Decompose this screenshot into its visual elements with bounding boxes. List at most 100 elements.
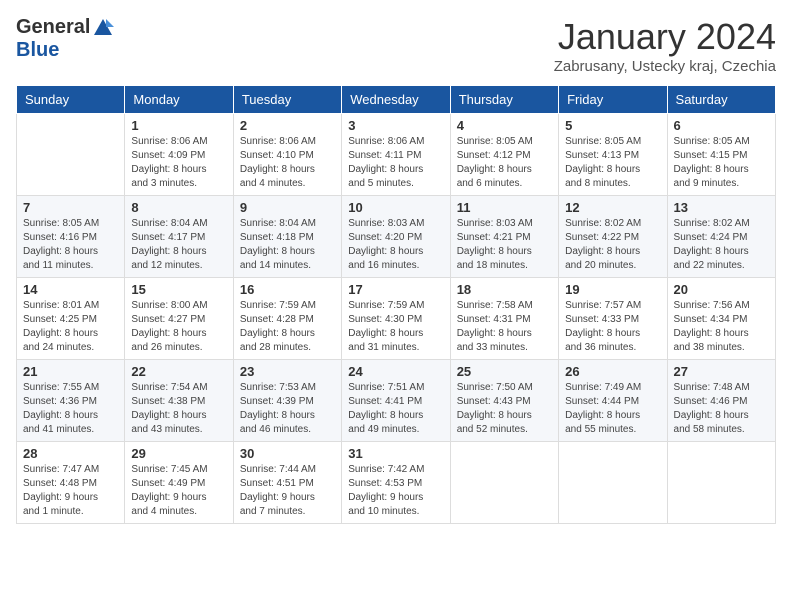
day-info: Sunrise: 7:50 AM Sunset: 4:43 PM Dayligh… (457, 381, 552, 437)
day-number: 28 (23, 446, 118, 461)
week-row-4: 21 Sunrise: 7:55 AM Sunset: 4:36 PM Dayli… (17, 360, 776, 442)
day-info: Sunrise: 8:03 AM Sunset: 4:21 PM Dayligh… (457, 217, 552, 273)
day-number: 25 (457, 364, 552, 379)
day-info: Sunrise: 7:42 AM Sunset: 4:53 PM Dayligh… (348, 463, 443, 519)
week-row-1: 1 Sunrise: 8:06 AM Sunset: 4:09 PM Daylig… (17, 114, 776, 196)
day-info: Sunrise: 8:04 AM Sunset: 4:18 PM Dayligh… (240, 217, 335, 273)
day-info: Sunrise: 8:02 AM Sunset: 4:24 PM Dayligh… (674, 217, 769, 273)
day-number: 22 (131, 364, 226, 379)
day-info: Sunrise: 7:55 AM Sunset: 4:36 PM Dayligh… (23, 381, 118, 437)
day-number: 26 (565, 364, 660, 379)
day-number: 21 (23, 364, 118, 379)
calendar-cell: 8Sunrise: 8:04 AM Sunset: 4:17 PM Daylig… (125, 196, 233, 278)
weekday-header-monday: Monday (125, 86, 233, 114)
calendar-cell: 2Sunrise: 8:06 AM Sunset: 4:10 PM Daylig… (233, 114, 341, 196)
day-number: 5 (565, 118, 660, 133)
day-number: 12 (565, 200, 660, 215)
calendar-cell: 6 Sunrise: 8:05 AM Sunset: 4:15 PM Daylig… (667, 114, 775, 196)
day-number: 29 (131, 446, 226, 461)
day-number: 16 (240, 282, 335, 297)
day-number: 13 (674, 200, 769, 215)
day-info: Sunrise: 8:02 AM Sunset: 4:22 PM Dayligh… (565, 217, 660, 273)
day-info: Sunrise: 7:49 AM Sunset: 4:44 PM Dayligh… (565, 381, 660, 437)
calendar-cell: 30 Sunrise: 7:44 AM Sunset: 4:51 PM Dayli… (233, 442, 341, 524)
calendar-cell: 10 Sunrise: 8:03 AM Sunset: 4:20 PM Dayli… (342, 196, 450, 278)
weekday-header-row: SundayMondayTuesdayWednesdayThursdayFrid… (17, 86, 776, 114)
day-info: Sunrise: 7:53 AM Sunset: 4:39 PM Dayligh… (240, 381, 335, 437)
page-header: General Blue January 2024 Zabrusany, Ust… (16, 16, 776, 75)
day-number: 8 (131, 200, 226, 215)
calendar-cell: 3Sunrise: 8:06 AM Sunset: 4:11 PM Daylig… (342, 114, 450, 196)
day-info: Sunrise: 7:57 AM Sunset: 4:33 PM Dayligh… (565, 299, 660, 355)
day-info: Sunrise: 7:44 AM Sunset: 4:51 PM Dayligh… (240, 463, 335, 519)
calendar-cell: 28 Sunrise: 7:47 AM Sunset: 4:48 PM Dayli… (17, 442, 125, 524)
calendar-cell: 7 Sunrise: 8:05 AM Sunset: 4:16 PM Daylig… (17, 196, 125, 278)
day-info: Sunrise: 7:47 AM Sunset: 4:48 PM Dayligh… (23, 463, 118, 519)
day-number: 7 (23, 200, 118, 215)
calendar-cell (17, 114, 125, 196)
day-info: Sunrise: 8:03 AM Sunset: 4:20 PM Dayligh… (348, 217, 443, 273)
calendar-cell: 4Sunrise: 8:05 AM Sunset: 4:12 PM Daylig… (450, 114, 558, 196)
day-info: Sunrise: 7:51 AM Sunset: 4:41 PM Dayligh… (348, 381, 443, 437)
calendar-cell: 25 Sunrise: 7:50 AM Sunset: 4:43 PM Dayli… (450, 360, 558, 442)
day-number: 1 (131, 118, 226, 133)
day-number: 10 (348, 200, 443, 215)
calendar-cell: 9Sunrise: 8:04 AM Sunset: 4:18 PM Daylig… (233, 196, 341, 278)
calendar-cell: 20Sunrise: 7:56 AM Sunset: 4:34 PM Dayli… (667, 278, 775, 360)
day-number: 15 (131, 282, 226, 297)
calendar-cell: 24 Sunrise: 7:51 AM Sunset: 4:41 PM Dayli… (342, 360, 450, 442)
day-info: Sunrise: 7:58 AM Sunset: 4:31 PM Dayligh… (457, 299, 552, 355)
logo-general-text: General (16, 16, 90, 39)
day-number: 31 (348, 446, 443, 461)
calendar-cell: 18 Sunrise: 7:58 AM Sunset: 4:31 PM Dayli… (450, 278, 558, 360)
weekday-header-friday: Friday (559, 86, 667, 114)
calendar-cell (667, 442, 775, 524)
calendar-cell: 5 Sunrise: 8:05 AM Sunset: 4:13 PM Daylig… (559, 114, 667, 196)
day-info: Sunrise: 7:54 AM Sunset: 4:38 PM Dayligh… (131, 381, 226, 437)
calendar-cell: 1 Sunrise: 8:06 AM Sunset: 4:09 PM Daylig… (125, 114, 233, 196)
day-number: 19 (565, 282, 660, 297)
calendar-cell (559, 442, 667, 524)
day-info: Sunrise: 7:56 AM Sunset: 4:34 PM Dayligh… (674, 299, 769, 355)
day-info: Sunrise: 8:06 AM Sunset: 4:10 PM Dayligh… (240, 135, 335, 191)
day-number: 30 (240, 446, 335, 461)
calendar-cell: 27 Sunrise: 7:48 AM Sunset: 4:46 PM Dayli… (667, 360, 775, 442)
weekday-header-saturday: Saturday (667, 86, 775, 114)
day-info: Sunrise: 8:00 AM Sunset: 4:27 PM Dayligh… (131, 299, 226, 355)
calendar-cell: 15 Sunrise: 8:00 AM Sunset: 4:27 PM Dayli… (125, 278, 233, 360)
day-number: 23 (240, 364, 335, 379)
day-info: Sunrise: 7:48 AM Sunset: 4:46 PM Dayligh… (674, 381, 769, 437)
day-info: Sunrise: 8:05 AM Sunset: 4:16 PM Dayligh… (23, 217, 118, 273)
day-info: Sunrise: 8:05 AM Sunset: 4:13 PM Dayligh… (565, 135, 660, 191)
calendar-cell: 19 Sunrise: 7:57 AM Sunset: 4:33 PM Dayli… (559, 278, 667, 360)
day-info: Sunrise: 7:59 AM Sunset: 4:30 PM Dayligh… (348, 299, 443, 355)
calendar-cell: 31 Sunrise: 7:42 AM Sunset: 4:53 PM Dayli… (342, 442, 450, 524)
day-number: 3 (348, 118, 443, 133)
day-number: 6 (674, 118, 769, 133)
day-number: 14 (23, 282, 118, 297)
day-info: Sunrise: 7:45 AM Sunset: 4:49 PM Dayligh… (131, 463, 226, 519)
day-number: 18 (457, 282, 552, 297)
logo-icon (92, 17, 114, 39)
day-number: 4 (457, 118, 552, 133)
calendar-cell (450, 442, 558, 524)
calendar-cell: 21 Sunrise: 7:55 AM Sunset: 4:36 PM Dayli… (17, 360, 125, 442)
day-info: Sunrise: 8:06 AM Sunset: 4:09 PM Dayligh… (131, 135, 226, 191)
week-row-3: 14 Sunrise: 8:01 AM Sunset: 4:25 PM Dayli… (17, 278, 776, 360)
day-info: Sunrise: 8:01 AM Sunset: 4:25 PM Dayligh… (23, 299, 118, 355)
month-title: January 2024 (554, 16, 776, 58)
calendar-cell: 29 Sunrise: 7:45 AM Sunset: 4:49 PM Dayli… (125, 442, 233, 524)
day-number: 24 (348, 364, 443, 379)
day-number: 17 (348, 282, 443, 297)
location-subtitle: Zabrusany, Ustecky kraj, Czechia (554, 58, 776, 75)
day-info: Sunrise: 8:05 AM Sunset: 4:15 PM Dayligh… (674, 135, 769, 191)
weekday-header-thursday: Thursday (450, 86, 558, 114)
weekday-header-wednesday: Wednesday (342, 86, 450, 114)
calendar-cell: 11Sunrise: 8:03 AM Sunset: 4:21 PM Dayli… (450, 196, 558, 278)
calendar-cell: 16Sunrise: 7:59 AM Sunset: 4:28 PM Dayli… (233, 278, 341, 360)
calendar-cell: 23 Sunrise: 7:53 AM Sunset: 4:39 PM Dayli… (233, 360, 341, 442)
calendar-cell: 26 Sunrise: 7:49 AM Sunset: 4:44 PM Dayli… (559, 360, 667, 442)
day-number: 27 (674, 364, 769, 379)
calendar-cell: 12 Sunrise: 8:02 AM Sunset: 4:22 PM Dayli… (559, 196, 667, 278)
weekday-header-sunday: Sunday (17, 86, 125, 114)
